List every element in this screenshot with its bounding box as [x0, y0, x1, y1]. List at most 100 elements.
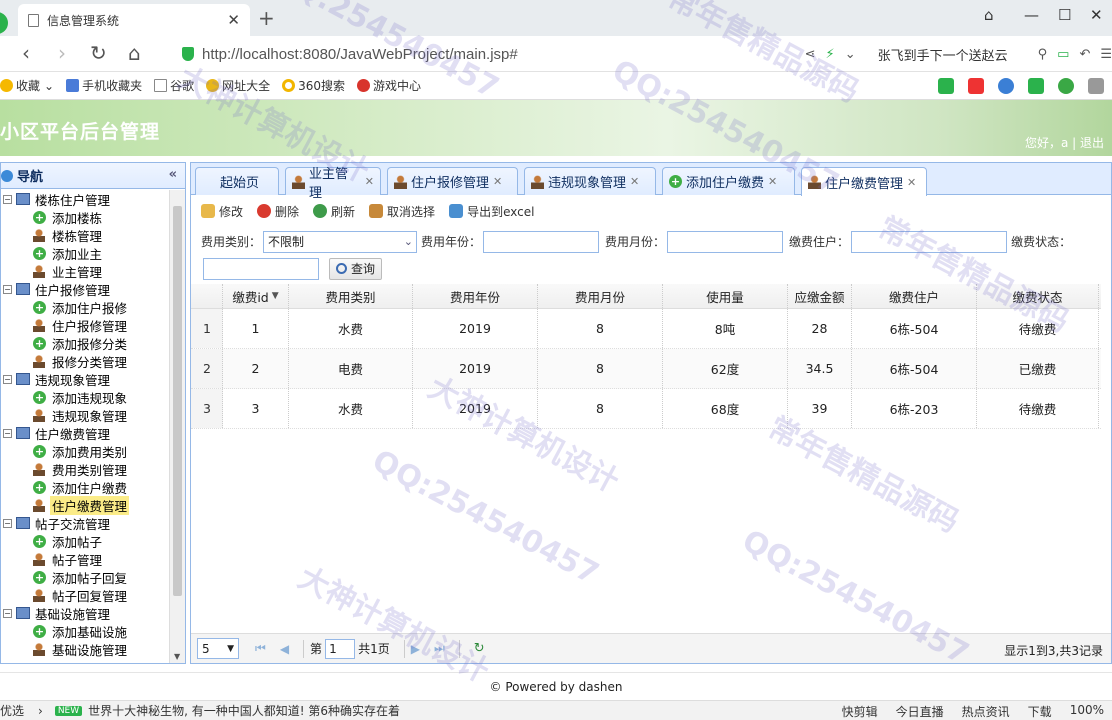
- tab-6[interactable]: 住户缴费管理 ✕: [801, 167, 927, 196]
- url-text[interactable]: http://localhost:8080/JavaWebProject/mai…: [202, 46, 518, 63]
- chevron-down-icon[interactable]: ⌄: [845, 47, 856, 62]
- last-page-icon[interactable]: ⏭: [434, 641, 445, 656]
- tree-item[interactable]: 费用类别管理: [1, 460, 169, 478]
- scrollbar-thumb[interactable]: [173, 206, 182, 596]
- collapse-toggle-icon[interactable]: −: [3, 374, 12, 384]
- reload-icon[interactable]: ↻: [90, 41, 107, 65]
- search-icon[interactable]: ⚲: [1038, 47, 1048, 62]
- minimize-icon[interactable]: —: [1024, 6, 1039, 24]
- tree-group[interactable]: − 楼栋住户管理: [1, 190, 169, 208]
- close-tab-icon[interactable]: ✕: [365, 175, 374, 188]
- coin-icon[interactable]: [1058, 78, 1074, 94]
- close-tab-icon[interactable]: ✕: [768, 175, 777, 188]
- collapse-icon[interactable]: «: [169, 167, 177, 182]
- fee-type-select[interactable]: 不限制 ⌄: [263, 230, 418, 253]
- column-header[interactable]: 使用量: [663, 284, 788, 308]
- tree-item[interactable]: + 添加帖子回复: [1, 568, 169, 586]
- column-header[interactable]: 应缴金额: [788, 284, 852, 308]
- tab-2[interactable]: 业主管理 ✕: [285, 167, 381, 201]
- undo-icon[interactable]: ↶: [1079, 47, 1090, 62]
- close-tab-icon[interactable]: ✕: [493, 175, 502, 188]
- next-page-icon[interactable]: ▶: [411, 642, 420, 656]
- tree-item[interactable]: + 添加楼栋: [1, 208, 169, 226]
- refresh-button[interactable]: 刷新: [313, 203, 355, 220]
- tree-item[interactable]: + 添加费用类别: [1, 442, 169, 460]
- collapse-toggle-icon[interactable]: −: [3, 518, 12, 528]
- url-field[interactable]: http://localhost:8080/JavaWebProject/mai…: [182, 42, 712, 66]
- pager-refresh-icon[interactable]: ↻: [474, 641, 485, 656]
- column-header[interactable]: 缴费住户: [852, 284, 977, 308]
- collapse-toggle-icon[interactable]: −: [3, 194, 12, 204]
- browser-tab[interactable]: 信息管理系统 ✕: [18, 4, 250, 36]
- page-number-input[interactable]: 1: [325, 638, 356, 659]
- delete-button[interactable]: 删除: [257, 203, 299, 220]
- tree-item[interactable]: 住户缴费管理: [1, 495, 169, 515]
- extension-icon[interactable]: [938, 78, 954, 94]
- tab-1[interactable]: 起始页: [195, 167, 279, 195]
- prev-page-icon[interactable]: ◀: [280, 642, 289, 656]
- game-controller-icon[interactable]: [1028, 78, 1044, 94]
- bookmark-item[interactable]: 手机收藏夹: [66, 77, 142, 94]
- quick-edit-item[interactable]: 快剪辑: [842, 703, 878, 720]
- tree-item[interactable]: 楼栋管理: [1, 226, 169, 244]
- tab-5[interactable]: + 添加住户缴费 ✕: [662, 167, 795, 195]
- sidebar-scrollbar[interactable]: ▼: [169, 190, 185, 663]
- greeting-logout[interactable]: 您好，a | 退出: [1025, 134, 1104, 151]
- tree-item[interactable]: 帖子管理: [1, 550, 169, 568]
- back-icon[interactable]: ‹: [22, 41, 30, 65]
- bookmark-item[interactable]: 网址大全: [206, 77, 270, 94]
- search-hint[interactable]: 张飞到手下一个送赵云: [878, 45, 1008, 64]
- live-item[interactable]: 今日直播: [896, 703, 944, 720]
- column-header[interactable]: 费用年份: [413, 284, 538, 308]
- close-tab-icon[interactable]: ✕: [227, 11, 240, 29]
- close-tab-icon[interactable]: ✕: [630, 175, 639, 188]
- fee-month-input[interactable]: [667, 230, 784, 253]
- status-left[interactable]: 优选: [0, 702, 24, 719]
- tab-4[interactable]: 违规现象管理 ✕: [524, 167, 656, 195]
- collapse-toggle-icon[interactable]: −: [3, 608, 12, 618]
- tree-item[interactable]: 报修分类管理: [1, 352, 169, 370]
- tree-item[interactable]: + 添加住户报修: [1, 298, 169, 316]
- table-row[interactable]: 3 3 水费 2019 8 68度 39 6栋-203 待缴费: [191, 389, 1101, 429]
- new-tab-button[interactable]: +: [258, 6, 275, 30]
- tree-group[interactable]: − 帖子交流管理: [1, 514, 169, 532]
- tree-item[interactable]: 帖子回复管理: [1, 586, 169, 604]
- tab-3[interactable]: 住户报修管理 ✕: [387, 167, 518, 195]
- household-input[interactable]: [851, 230, 1008, 253]
- skin-icon[interactable]: ⌂: [984, 6, 994, 24]
- table-row[interactable]: 2 2 电费 2019 8 62度 34.5 6栋-504 已缴费: [191, 349, 1101, 389]
- edit-button[interactable]: 修改: [201, 203, 243, 220]
- payment-status-input[interactable]: [203, 257, 319, 280]
- tree-item[interactable]: + 添加违规现象: [1, 388, 169, 406]
- tree-item[interactable]: 业主管理: [1, 262, 169, 280]
- bookmark-item[interactable]: 游戏中心: [357, 77, 421, 94]
- maximize-icon[interactable]: ☐: [1058, 6, 1071, 24]
- tree-group[interactable]: − 基础设施管理: [1, 604, 169, 622]
- tree-group[interactable]: − 住户缴费管理: [1, 424, 169, 442]
- close-tab-icon[interactable]: ✕: [907, 176, 916, 189]
- bookmark-item[interactable]: 360搜索: [282, 77, 345, 94]
- export-excel-button[interactable]: 导出到excel: [449, 203, 534, 220]
- tree-item[interactable]: 违规现象管理: [1, 406, 169, 424]
- tree-item[interactable]: + 添加帖子: [1, 532, 169, 550]
- hot-news-item[interactable]: 热点资讯: [962, 703, 1010, 720]
- table-row[interactable]: 1 1 水费 2019 8 8吨 28 6栋-504 待缴费: [191, 309, 1101, 349]
- tree-item[interactable]: + 添加报修分类: [1, 334, 169, 352]
- column-header[interactable]: 缴费状态: [977, 284, 1099, 308]
- menu-icon[interactable]: ☰: [1100, 47, 1112, 62]
- scroll-down-icon[interactable]: ▼: [174, 652, 180, 661]
- collapse-toggle-icon[interactable]: −: [3, 284, 12, 294]
- battery-icon[interactable]: ▭: [1057, 47, 1069, 62]
- lightning-icon[interactable]: ⚡: [826, 47, 835, 62]
- home-icon[interactable]: ⌂: [128, 41, 141, 65]
- tree-item[interactable]: + 添加住户缴费: [1, 478, 169, 496]
- apps-grid-icon[interactable]: [1088, 78, 1104, 94]
- close-window-icon[interactable]: ✕: [1090, 6, 1103, 24]
- download-item[interactable]: 下载: [1028, 703, 1052, 720]
- news-ticker[interactable]: 世界十大神秘生物, 有一种中国人都知道! 第6种确实存在着: [88, 702, 400, 719]
- collapse-toggle-icon[interactable]: −: [3, 428, 12, 438]
- column-header[interactable]: 费用月份: [538, 284, 663, 308]
- magnifier-icon[interactable]: [998, 78, 1014, 94]
- bookmark-item[interactable]: 收藏 ⌄: [0, 77, 54, 94]
- first-page-icon[interactable]: ⏮: [255, 641, 266, 656]
